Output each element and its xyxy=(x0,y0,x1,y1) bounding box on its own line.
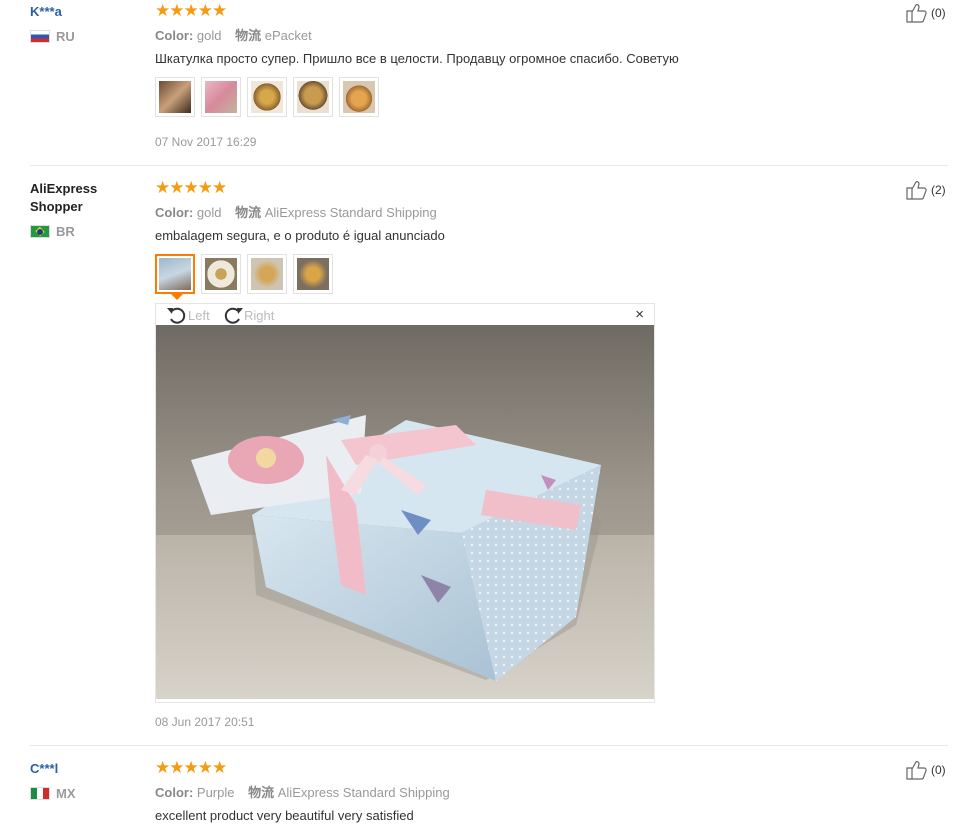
country-code: MX xyxy=(56,786,76,801)
review-photos xyxy=(155,254,333,300)
review-divider xyxy=(30,745,948,746)
color-label: Color: xyxy=(155,28,194,43)
country-code: BR xyxy=(56,224,75,239)
helpful-count: (0) xyxy=(931,763,946,777)
rotate-right-label: Right xyxy=(244,307,275,323)
reviewer-country: RU xyxy=(30,29,75,44)
color-value: Purple xyxy=(196,785,235,800)
shipping-label: 物流 xyxy=(248,785,275,800)
thumbs-up-icon xyxy=(906,181,927,200)
helpful-count: (0) xyxy=(931,6,946,20)
review-text: Шкатулка просто супер. Пришло все в цело… xyxy=(155,51,679,66)
rotate-left-button[interactable]: Left xyxy=(166,305,210,325)
shipping-label: 物流 xyxy=(235,28,262,43)
shipping-value: ePacket xyxy=(264,28,312,43)
star-rating: ★★★★★ xyxy=(155,1,227,20)
review-photo-thumbnail[interactable] xyxy=(155,77,195,117)
color-value: gold xyxy=(196,205,222,220)
review-attributes: Color: Purple 物流 AliExpress Standard Shi… xyxy=(155,782,450,801)
reviewer-name[interactable]: K***a xyxy=(30,3,62,21)
review-photo-large xyxy=(156,325,654,699)
rotate-right-button[interactable]: Right xyxy=(222,305,274,325)
reviewer-name: AliExpress Shopper xyxy=(30,181,98,214)
review-photo-thumbnail[interactable] xyxy=(201,77,241,117)
reviewer-country: BR xyxy=(30,224,75,239)
rotate-left-label: Left xyxy=(188,307,210,323)
helpful-button[interactable]: (0) xyxy=(906,3,946,23)
mexico-flag-icon xyxy=(30,787,50,800)
rotate-left-icon xyxy=(167,307,186,324)
color-value: gold xyxy=(196,28,222,43)
review-attributes: Color: gold 物流 AliExpress Standard Shipp… xyxy=(155,202,437,221)
shipping-value: AliExpress Standard Shipping xyxy=(264,205,437,220)
helpful-count: (2) xyxy=(931,183,946,197)
review-photo-thumbnail[interactable] xyxy=(201,254,241,294)
brazil-flag-icon xyxy=(30,225,50,238)
review-date: 07 Nov 2017 16:29 xyxy=(155,135,257,149)
review-text: embalagem segura, e o produto é igual an… xyxy=(155,228,445,243)
star-rating: ★★★★★ xyxy=(155,178,227,197)
close-icon[interactable]: × xyxy=(635,307,644,323)
review-text: excellent product very beautiful very sa… xyxy=(155,808,414,823)
photo-viewer: Left Right × xyxy=(155,303,655,703)
shipping-value: AliExpress Standard Shipping xyxy=(277,785,450,800)
reviewer-country: MX xyxy=(30,786,76,801)
color-label: Color: xyxy=(155,785,194,800)
review-photo-thumbnail[interactable] xyxy=(247,254,287,294)
review-photo-thumbnail[interactable] xyxy=(339,77,379,117)
review-photo-thumbnail-selected[interactable] xyxy=(155,254,195,300)
photo-viewer-toolbar: Left Right × xyxy=(156,304,654,326)
thumbs-up-icon xyxy=(906,761,927,780)
shipping-label: 物流 xyxy=(235,205,262,220)
star-rating: ★★★★★ xyxy=(155,758,227,777)
review-photo-thumbnail[interactable] xyxy=(293,254,333,294)
review-photo-thumbnail[interactable] xyxy=(293,77,333,117)
country-code: RU xyxy=(56,29,75,44)
gift-box-photo xyxy=(156,325,654,699)
reviewer-name[interactable]: C***l xyxy=(30,760,58,778)
review-date: 08 Jun 2017 20:51 xyxy=(155,715,255,729)
review-attributes: Color: gold 物流 ePacket xyxy=(155,25,312,44)
review-divider xyxy=(30,165,948,166)
helpful-button[interactable]: (2) xyxy=(906,180,946,200)
color-label: Color: xyxy=(155,205,194,220)
review-photos xyxy=(155,77,379,117)
review-photo-thumbnail[interactable] xyxy=(247,77,287,117)
thumbs-up-icon xyxy=(906,4,927,23)
helpful-button[interactable]: (0) xyxy=(906,760,946,780)
rotate-right-icon xyxy=(224,307,243,324)
russia-flag-icon xyxy=(30,30,50,43)
